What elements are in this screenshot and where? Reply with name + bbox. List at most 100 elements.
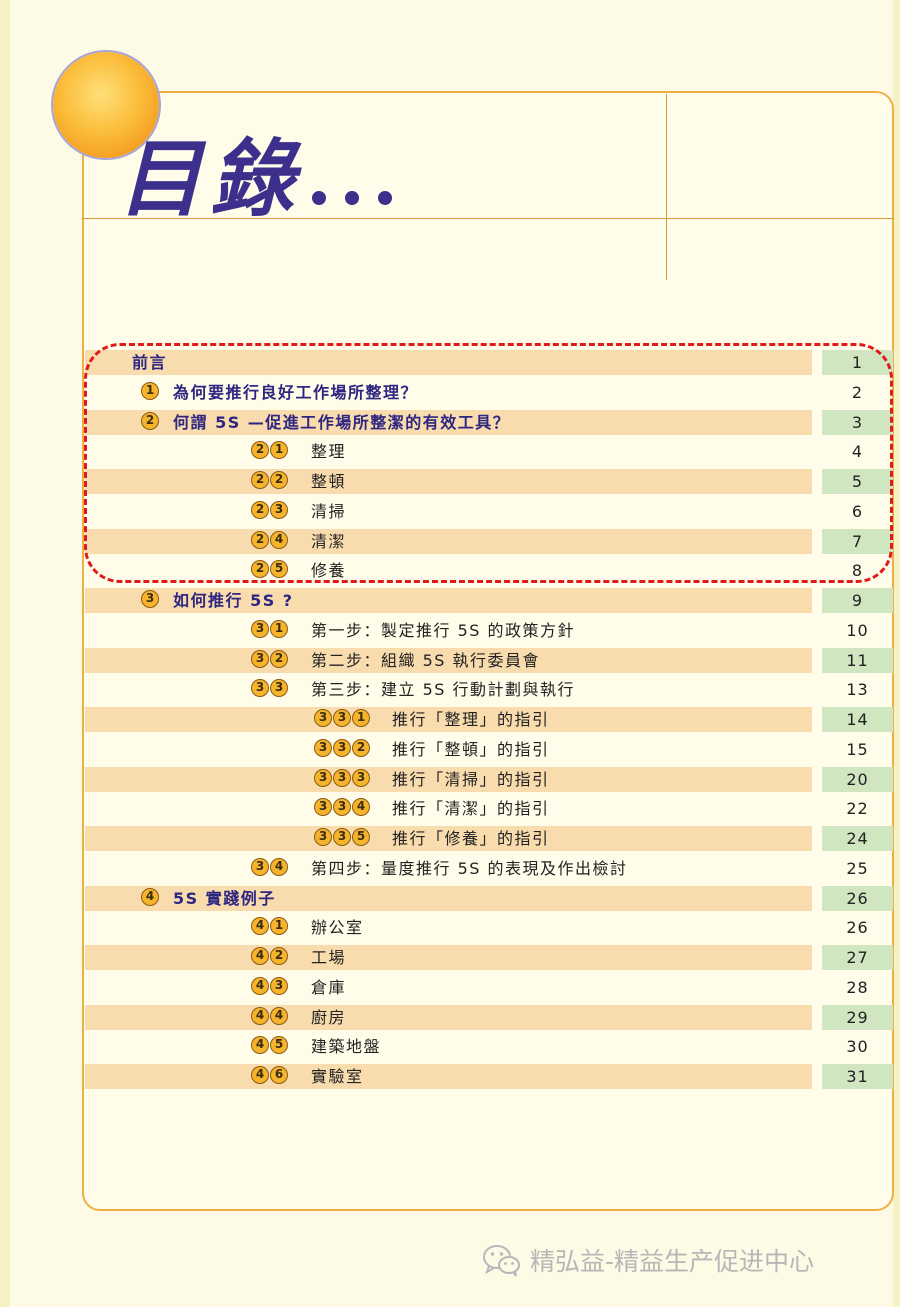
page-number: 31 [846, 1067, 869, 1086]
toc-label: 第二步：組織 5S 執行委員會 [311, 651, 541, 670]
number-badge: 4 [251, 977, 269, 995]
toc-label: 倉庫 [311, 978, 347, 997]
page-number: 15 [846, 740, 869, 759]
section-number-badges: 333 [314, 769, 371, 790]
page-number: 25 [846, 859, 869, 878]
right-margin-strip [893, 0, 900, 1307]
toc-row[interactable]: 3 3 4 推行「清潔」的指引 22 [85, 796, 893, 821]
page-number: 10 [846, 621, 869, 640]
page-number: 14 [846, 710, 869, 729]
page-number: 26 [846, 889, 869, 908]
number-badge: 4 [251, 947, 269, 965]
section-number-badges: 33 [251, 679, 289, 700]
number-badge: 4 [270, 858, 288, 876]
toc-row[interactable]: 4 5 建築地盤 30 [85, 1034, 893, 1059]
section-number-badges: 31 [251, 620, 289, 641]
page-number: 9 [851, 591, 864, 610]
number-badge: 4 [270, 1007, 288, 1025]
row-band [85, 1064, 812, 1089]
number-badge: 3 [333, 828, 351, 846]
left-margin-strip [0, 0, 10, 1307]
toc-row[interactable]: 3 3 2 推行「整頓」的指引 15 [85, 737, 893, 762]
section-number-badges: 42 [251, 947, 289, 968]
number-badge: 3 [333, 798, 351, 816]
number-badge: 3 [270, 977, 288, 995]
row-band [85, 945, 812, 970]
page-number: 30 [846, 1037, 869, 1056]
number-badge: 3 [314, 828, 332, 846]
number-badge: 2 [270, 947, 288, 965]
section-number-badges: 45 [251, 1036, 289, 1057]
toc-row[interactable]: 4 1 辦公室 26 [85, 915, 893, 940]
number-badge: 1 [270, 620, 288, 638]
title-vertical-rule [666, 94, 667, 280]
row-band [85, 915, 812, 940]
number-badge: 4 [141, 888, 159, 906]
toc-label: 推行「修養」的指引 [392, 829, 550, 848]
toc-label: 如何推行 5S ? [173, 591, 294, 610]
row-band [85, 1005, 812, 1030]
section-number-badges: 34 [251, 858, 289, 879]
toc-row[interactable]: 3 1 第一步：製定推行 5S 的政策方針 10 [85, 618, 893, 643]
number-badge: 3 [314, 769, 332, 787]
toc-row[interactable]: 3 3 第三步：建立 5S 行動計劃與執行 13 [85, 677, 893, 702]
number-badge: 4 [251, 917, 269, 935]
number-badge: 1 [352, 709, 370, 727]
toc-label: 工場 [311, 948, 347, 967]
number-badge: 3 [333, 769, 351, 787]
toc-row[interactable]: 4 2 工場 27 [85, 945, 893, 970]
page-number: 20 [846, 770, 869, 789]
number-badge: 3 [141, 590, 159, 608]
section-number-badges: 335 [314, 828, 371, 849]
toc-row[interactable]: 4 3 倉庫 28 [85, 975, 893, 1000]
toc-label: 推行「整理」的指引 [392, 710, 550, 729]
toc-row[interactable]: 3 如何推行 5S ? 9 [85, 588, 893, 613]
watermark-text: 精弘益-精益生产促进中心 [530, 1247, 815, 1276]
toc-label: 辦公室 [311, 918, 364, 937]
wechat-icon [483, 1245, 520, 1277]
number-badge: 5 [352, 828, 370, 846]
section-number-badges: 334 [314, 798, 371, 819]
toc-label: 推行「清潔」的指引 [392, 799, 550, 818]
page-number: 24 [846, 829, 869, 848]
toc-row[interactable]: 3 2 第二步：組織 5S 執行委員會 11 [85, 648, 893, 673]
number-badge: 3 [251, 858, 269, 876]
toc-row[interactable]: 3 4 第四步：量度推行 5S 的表現及作出檢討 25 [85, 856, 893, 881]
toc-row[interactable]: 4 5S 實踐例子 26 [85, 886, 893, 911]
number-badge: 2 [352, 739, 370, 757]
toc-label: 推行「整頓」的指引 [392, 740, 550, 759]
toc-row[interactable]: 3 3 3 推行「清掃」的指引 20 [85, 767, 893, 792]
section-number-badges: 44 [251, 1007, 289, 1028]
number-badge: 3 [251, 620, 269, 638]
page-number: 28 [846, 978, 869, 997]
toc-label: 實驗室 [311, 1067, 364, 1086]
number-badge: 3 [270, 679, 288, 697]
section-number-badges: 3 [141, 590, 160, 611]
toc-label: 推行「清掃」的指引 [392, 770, 550, 789]
page-number: 11 [846, 651, 869, 670]
number-badge: 3 [333, 739, 351, 757]
section-number-badges: 41 [251, 917, 289, 938]
toc-row[interactable]: 3 3 5 推行「修養」的指引 24 [85, 826, 893, 851]
toc-row[interactable]: 4 4 廚房 29 [85, 1005, 893, 1030]
number-badge: 3 [251, 650, 269, 668]
toc-label: 建築地盤 [311, 1037, 382, 1056]
highlight-box [84, 343, 893, 583]
number-badge: 5 [270, 1036, 288, 1054]
section-number-badges: 43 [251, 977, 289, 998]
number-badge: 3 [314, 798, 332, 816]
page-number: 13 [846, 680, 869, 699]
number-badge: 4 [352, 798, 370, 816]
number-badge: 3 [333, 709, 351, 727]
title-ellipsis [312, 190, 411, 209]
toc-row[interactable]: 3 3 1 推行「整理」的指引 14 [85, 707, 893, 732]
number-badge: 3 [251, 679, 269, 697]
page-number: 22 [846, 799, 869, 818]
number-badge: 2 [270, 650, 288, 668]
toc-label: 第四步：量度推行 5S 的表現及作出檢討 [311, 859, 628, 878]
toc-row[interactable]: 4 6 實驗室 31 [85, 1064, 893, 1089]
toc-label: 第一步：製定推行 5S 的政策方針 [311, 621, 576, 640]
page-number: 27 [846, 948, 869, 967]
toc-label: 第三步：建立 5S 行動計劃與執行 [311, 680, 576, 699]
page-number: 29 [846, 1008, 869, 1027]
